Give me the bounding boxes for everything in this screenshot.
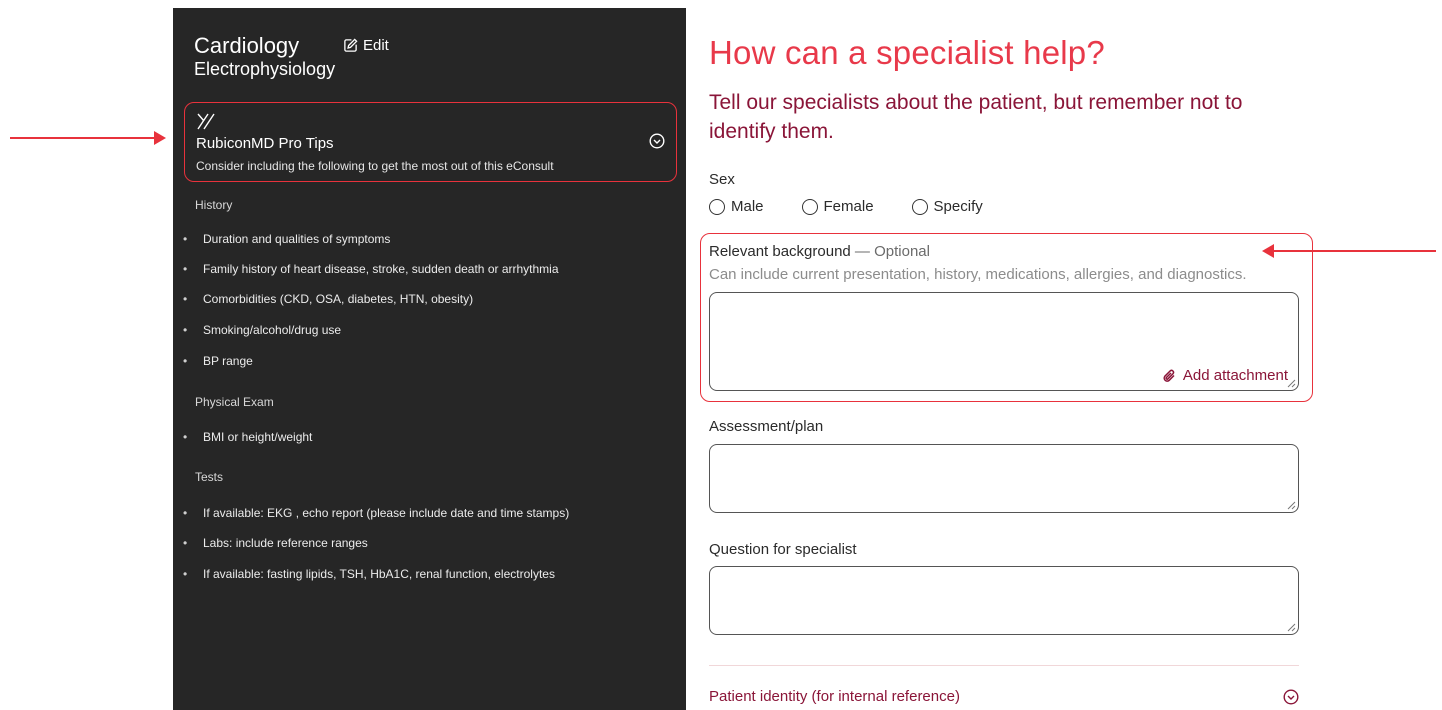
sex-option-specify[interactable]: Specify: [911, 198, 983, 215]
specialty-title: Cardiology: [194, 33, 300, 58]
resize-handle-icon[interactable]: [1287, 501, 1296, 510]
page-subtitle: Tell our specialists about the patient, …: [709, 91, 1243, 143]
tip-item: If available: EKG , echo report (please …: [183, 506, 569, 520]
section-divider: [709, 665, 1299, 666]
add-attachment-button[interactable]: Add attachment: [1161, 367, 1288, 384]
patient-identity-toggle[interactable]: Patient identity (for internal reference…: [709, 688, 1299, 705]
tip-item: Smoking/alcohol/drug use: [183, 323, 341, 337]
edit-label: Edit: [363, 37, 389, 54]
assessment-textarea[interactable]: [709, 444, 1299, 513]
background-label-text: Relevant background: [709, 243, 851, 260]
pro-tips-title: RubiconMD Pro Tips: [196, 135, 334, 152]
background-hint: Can include current presentation, histor…: [709, 266, 1247, 283]
pro-tips-box: RubiconMD Pro Tips Consider including th…: [184, 102, 677, 182]
tip-item: Labs: include reference ranges: [183, 536, 368, 550]
edit-icon: [344, 38, 358, 52]
sex-option-label: Specify: [933, 198, 983, 215]
tips-section-history: History: [195, 198, 233, 212]
tip-item: BP range: [183, 354, 253, 368]
pro-tips-sidebar: Cardiology Edit Electrophysiology Rubico…: [173, 8, 686, 710]
tip-item: Duration and qualities of symptoms: [183, 232, 390, 246]
subspecialty-title: Electrophysiology: [194, 59, 336, 79]
page-title: How can a specialist help?: [709, 34, 1105, 71]
radio-circle-icon[interactable]: [709, 198, 725, 215]
assessment-label: Assessment/plan: [709, 418, 824, 435]
sex-radio-group: Male Female Specify: [709, 198, 983, 215]
sex-option-male[interactable]: Male: [709, 198, 764, 215]
tip-item: Comorbidities (CKD, OSA, diabetes, HTN, …: [183, 292, 473, 306]
tip-item: Family history of heart disease, stroke,…: [183, 262, 558, 276]
question-textarea[interactable]: [709, 566, 1299, 635]
sex-option-label: Male: [731, 198, 764, 215]
tips-section-physical-exam: Physical Exam: [195, 395, 274, 409]
tip-item: If available: fasting lipids, TSH, HbA1C…: [183, 567, 555, 581]
add-attachment-label: Add attachment: [1182, 367, 1288, 384]
edit-specialty-link[interactable]: Edit: [343, 37, 389, 54]
chevron-down-circle-icon[interactable]: [1283, 688, 1299, 705]
sex-option-female[interactable]: Female: [801, 198, 874, 215]
pro-tips-subtitle: Consider including the following to get …: [196, 159, 554, 173]
tips-section-tests: Tests: [195, 470, 224, 484]
sex-option-label: Female: [823, 198, 874, 215]
paperclip-icon: [1163, 369, 1175, 382]
patient-identity-label: Patient identity (for internal reference…: [709, 688, 960, 705]
background-textarea[interactable]: Add attachment: [709, 292, 1299, 391]
radio-circle-icon[interactable]: [801, 198, 818, 215]
chevron-down-circle-icon[interactable]: [649, 133, 665, 149]
radio-circle-icon[interactable]: [911, 198, 928, 215]
annotation-arrow-pro-tips: [10, 131, 166, 145]
optional-tag: — Optional: [850, 243, 930, 260]
resize-handle-icon[interactable]: [1287, 379, 1296, 388]
sex-label: Sex: [709, 171, 735, 188]
rubiconmd-logo-icon: [197, 113, 215, 130]
question-label: Question for specialist: [709, 541, 857, 558]
background-label: Relevant background — Optional: [709, 243, 930, 260]
resize-handle-icon[interactable]: [1287, 623, 1296, 632]
tip-item: BMI or height/weight: [183, 430, 312, 444]
